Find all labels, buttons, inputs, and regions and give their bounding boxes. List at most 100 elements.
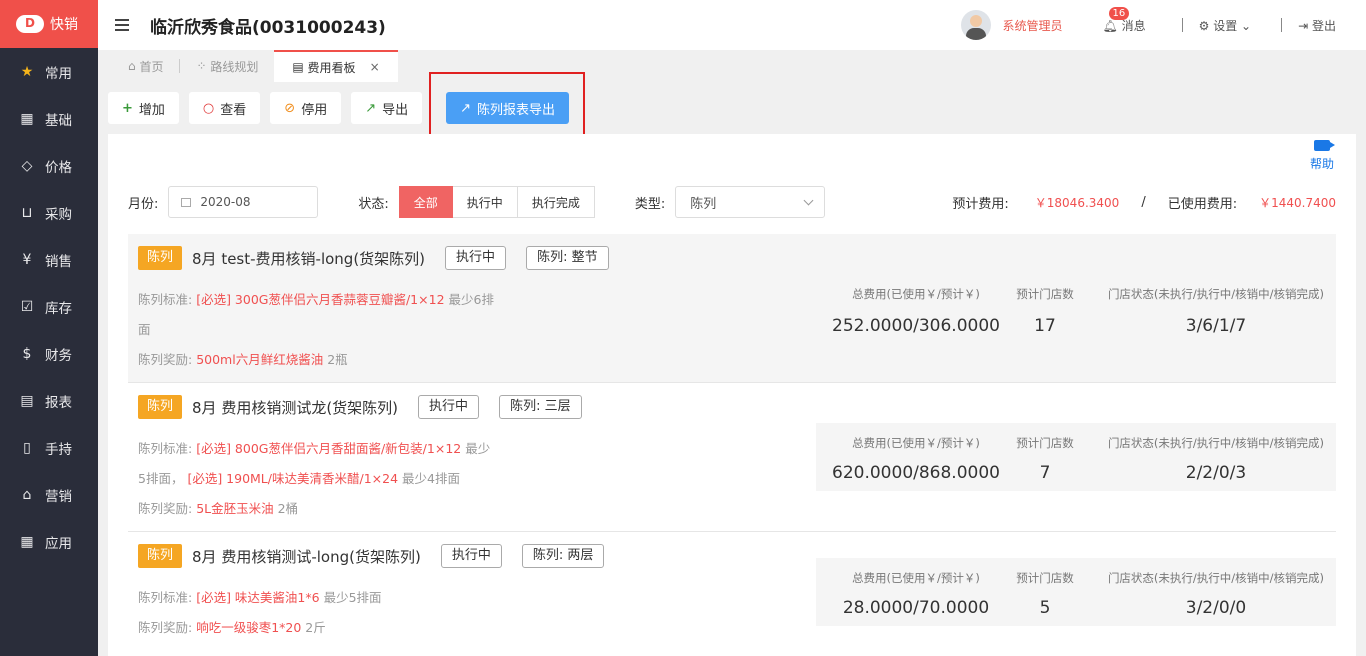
used-label: 已使用费用: [1167, 196, 1238, 212]
user-name[interactable]: 系统管理员 [1003, 17, 1063, 34]
card-stats: 总费用(已使用￥/预计￥) 预计门店数 门店状态(未执行/执行中/核销中/核销完… [816, 423, 1336, 491]
month-picker[interactable]: 2020-08 [168, 186, 319, 218]
add-label: 增加 [138, 102, 165, 118]
stat-stores: 17 [1034, 316, 1056, 336]
type-tag: 陈列 [138, 395, 183, 419]
disable-button[interactable]: ⊘ 停用 [270, 92, 342, 124]
expected-label: 预计费用: [952, 196, 1009, 212]
display-badge: 陈列: 三层 [499, 395, 582, 419]
std-line2-b: 最少4排面 [402, 471, 460, 486]
tab-route-planning[interactable]: ⁘ 路线规划 [180, 50, 274, 82]
status-badge: 执行中 [440, 544, 502, 568]
menu-toggle-icon[interactable] [115, 19, 129, 31]
slash: / [1141, 194, 1146, 210]
sidebar-item-finance[interactable]: $ 财务 [0, 330, 98, 377]
divider [1181, 18, 1183, 32]
type-tag: 陈列 [138, 246, 183, 270]
sidebar-item-apps[interactable]: ▦ 应用 [0, 518, 98, 565]
std-required: [必选] 300G葱伴侣六月香蒜蓉豆瓣酱/1×12 [196, 292, 445, 307]
export-icon: ↗ [365, 100, 377, 116]
messages-button[interactable]: 🔔︎ 16 消息 [1103, 6, 1146, 34]
status-all[interactable]: 全部 [398, 186, 453, 218]
sidebar-item-reports[interactable]: ▤ 报表 [0, 377, 98, 424]
star-icon: ★ [20, 63, 34, 80]
logout-icon: ⇥ [1298, 18, 1309, 33]
sidebar-item-label: 应用 [45, 535, 72, 552]
stat-total-header: 总费用(已使用￥/预计￥) [852, 571, 980, 585]
top-header: 临沂欣秀食品(0031000243) 系统管理员 🔔︎ 16 消息 ⚙ 设置 ⌄… [98, 0, 1366, 50]
tag-icon: ◇ [21, 157, 33, 174]
video-camera-icon [1313, 140, 1335, 151]
sidebar-item-marketing[interactable]: ⌂ 营销 [0, 471, 98, 518]
stat-total-header: 总费用(已使用￥/预计￥) [852, 287, 980, 301]
stat-total-header: 总费用(已使用￥/预计￥) [852, 436, 980, 450]
store-icon: ⌂ [22, 486, 32, 503]
view-button[interactable]: ○ 查看 [188, 92, 261, 124]
cloud-logo-icon [16, 15, 44, 33]
type-select[interactable]: 陈列 [675, 186, 826, 218]
list-item[interactable]: 陈列 8月 test-费用核销-long(货架陈列) 执行中 陈列: 整节 陈列… [128, 234, 1336, 383]
std-line2-a: 5排面， [138, 471, 184, 486]
gear-icon: ⚙ [1198, 18, 1210, 33]
used-value: ￥1440.7400 [1259, 195, 1336, 210]
settings-button[interactable]: ⚙ 设置 ⌄ [1199, 17, 1252, 34]
list-item[interactable]: 陈列 8月 费用核销测试-long(货架陈列) 执行中 陈列: 两层 陈列标准:… [128, 532, 1336, 656]
highlight-box [429, 72, 585, 136]
report-icon: ▤ [20, 392, 34, 409]
logout-button[interactable]: ⇥ 登出 [1298, 17, 1336, 34]
reward-label: 陈列奖励: [138, 352, 193, 367]
stat-stores: 5 [1039, 598, 1051, 618]
display-standard: 陈列标准: [必选] 味达美酱油1*6 最少5排面 [138, 587, 382, 606]
reward-item: 5L金胚玉米油 [196, 501, 274, 516]
sidebar-item-purchase[interactable]: ⊔ 采购 [0, 189, 98, 236]
filter-bar: 月份: 2020-08 状态: 全部 执行中 执行完成 类型: 陈列 预计费用:… [128, 186, 1336, 218]
list-item[interactable]: 陈列 8月 费用核销测试龙(货架陈列) 执行中 陈列: 三层 陈列标准: [必选… [128, 383, 1336, 532]
sidebar: 快销 ★ 常用 ▦ 基础 ◇ 价格 ⊔ 采购 ¥ 销售 ☑ 库存 $ 财务 ▤ 报表 ▯ 手持 ⌂… [0, 0, 98, 656]
display-badge: 陈列: 整节 [526, 246, 609, 270]
sidebar-item-label: 价格 [45, 159, 72, 176]
sidebar-item-label: 常用 [45, 65, 72, 82]
reward-item: 响吃一级骏枣1*20 [196, 620, 302, 635]
divider [1281, 18, 1283, 32]
display-reward: 陈列奖励: 500ml六月鲜红烧酱油 2瓶 [138, 349, 348, 368]
display-reward: 陈列奖励: 5L金胚玉米油 2桶 [138, 498, 298, 517]
reward-qty: 2桶 [277, 501, 299, 516]
sidebar-item-basic[interactable]: ▦ 基础 [0, 95, 98, 142]
app-logo[interactable]: 快销 [0, 0, 98, 48]
tab-label: 路线规划 [210, 59, 259, 74]
tab-home[interactable]: ⌂ 首页 [114, 50, 179, 82]
help-label: 帮助 [1309, 157, 1334, 171]
sidebar-item-sales[interactable]: ¥ 销售 [0, 236, 98, 283]
sidebar-item-price[interactable]: ◇ 价格 [0, 142, 98, 189]
reward-item: 500ml六月鲜红烧酱油 [196, 352, 324, 367]
card-title: 8月 费用核销测试龙(货架陈列) [192, 398, 399, 417]
help-button[interactable]: 帮助 [1309, 140, 1335, 172]
export-button[interactable]: ↗ 导出 [351, 92, 423, 124]
status-badge: 执行中 [445, 246, 507, 270]
std-required: [必选] 800G葱伴侣六月香甜面酱/新包装/1×12 [196, 441, 462, 456]
month-label: 月份: [128, 196, 159, 212]
calendar-icon [181, 197, 192, 207]
cost-totals: 预计费用: ￥18046.3400 / 已使用费用: ￥1440.7400 [952, 193, 1336, 212]
card-stats: 总费用(已使用￥/预计￥) 预计门店数 门店状态(未执行/执行中/核销中/核销完… [816, 274, 1336, 346]
status-done[interactable]: 执行完成 [517, 186, 595, 218]
stat-total: 28.0000/70.0000 [842, 598, 990, 618]
add-button[interactable]: + 增加 [108, 92, 179, 124]
std-label: 陈列标准: [138, 590, 193, 605]
sidebar-item-inventory[interactable]: ☑ 库存 [0, 283, 98, 330]
stat-stores: 7 [1039, 463, 1051, 483]
tab-cost-board[interactable]: ▤ 费用看板 × [274, 50, 399, 82]
display-reward: 陈列奖励: 响吃一级骏枣1*20 2斤 [138, 617, 326, 636]
avatar[interactable] [960, 10, 991, 40]
apps-icon: ▦ [20, 533, 34, 550]
sidebar-item-handheld[interactable]: ▯ 手持 [0, 424, 98, 471]
std-label: 陈列标准: [138, 292, 193, 307]
status-executing[interactable]: 执行中 [452, 186, 518, 218]
main-panel: 帮助 月份: 2020-08 状态: 全部 执行中 执行完成 类型: 陈列 预计… [108, 134, 1356, 656]
reward-qty: 2斤 [305, 620, 326, 635]
reward-label: 陈列奖励: [138, 501, 193, 516]
close-icon[interactable]: × [370, 60, 380, 74]
sidebar-item-label: 销售 [45, 253, 72, 270]
sidebar-item-common[interactable]: ★ 常用 [0, 48, 98, 95]
sidebar-item-label: 营销 [45, 488, 72, 505]
